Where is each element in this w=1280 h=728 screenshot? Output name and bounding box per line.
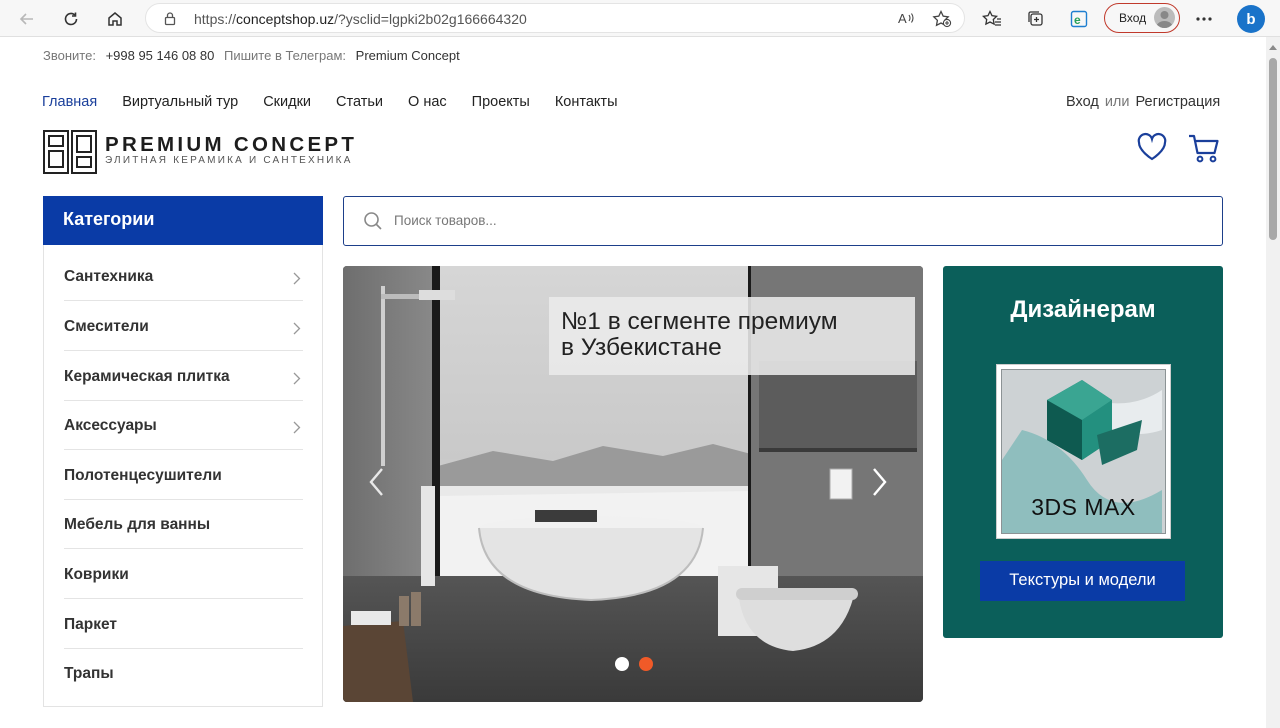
telegram-label: Пишите в Телеграм: <box>224 48 347 63</box>
collections-icon <box>1028 11 1043 26</box>
category-label: Аксессуары <box>64 417 157 434</box>
back-button[interactable] <box>14 6 40 32</box>
read-aloud-icon[interactable]: A <box>898 10 916 26</box>
category-label: Полотенцесушители <box>64 467 222 484</box>
nav-item-articles[interactable]: Статьи <box>336 94 383 110</box>
scrollbar-thumb[interactable] <box>1269 58 1277 240</box>
address-bar[interactable]: https://conceptshop.uz/?ysclid=lgpki2b02… <box>145 3 965 33</box>
edge-extension-icon: e <box>1070 10 1088 28</box>
category-label: Коврики <box>64 566 129 583</box>
svg-text:A: A <box>898 11 907 26</box>
telegram-link[interactable]: Premium Concept <box>356 48 460 63</box>
browser-toolbar: https://conceptshop.uz/?ysclid=lgpki2b02… <box>0 0 1280 37</box>
user-avatar-icon <box>1156 11 1173 28</box>
url-text: https://conceptshop.uz/?ysclid=lgpki2b02… <box>194 11 527 27</box>
category-item-mixers[interactable]: Смесители <box>64 302 303 351</box>
categories-header: Категории <box>43 196 323 245</box>
slider-dot-2[interactable] <box>639 657 653 671</box>
categories-list: Сантехника Смесители Керамическая плитка… <box>43 245 323 707</box>
nav-item-home[interactable]: Главная <box>42 94 97 110</box>
logo-mark-icon <box>43 130 97 174</box>
bing-icon: b <box>1246 10 1256 28</box>
textures-models-button[interactable]: Текстуры и модели <box>980 561 1185 601</box>
call-label: Звоните: <box>43 48 96 63</box>
favorites-star-icon <box>982 10 1001 26</box>
chevron-right-icon <box>293 322 301 335</box>
bing-copilot-button[interactable]: b <box>1237 5 1265 33</box>
category-item-towel-warmers[interactable]: Полотенцесушители <box>64 451 303 500</box>
home-button[interactable] <box>102 6 128 32</box>
cart-button[interactable] <box>1187 131 1221 170</box>
category-label: Паркет <box>64 616 117 633</box>
svg-text:e: e <box>1074 13 1081 27</box>
3dsmax-logo-image[interactable]: 3DS MAX <box>996 364 1171 539</box>
scroll-up-arrow-icon[interactable] <box>1269 45 1277 50</box>
collections-button[interactable] <box>1023 6 1049 32</box>
nav-item-projects[interactable]: Проекты <box>472 94 530 110</box>
promo-image-label: 3DS MAX <box>1031 494 1136 520</box>
settings-more-button[interactable] <box>1191 6 1217 32</box>
back-arrow-icon <box>19 13 33 25</box>
extension-button[interactable]: e <box>1066 6 1092 32</box>
shopping-cart-icon <box>1189 134 1219 163</box>
headline-line-2: в Узбекистане <box>561 334 722 361</box>
home-icon <box>108 12 122 26</box>
nav-item-virtual-tour[interactable]: Виртуальный тур <box>122 94 238 110</box>
category-item-ceramic-tiles[interactable]: Керамическая плитка <box>64 352 303 401</box>
banner-headline: №1 в сегменте премиум в Узбекистане <box>549 297 915 375</box>
avatar <box>1154 7 1175 28</box>
main-nav: Главная Виртуальный тур Скидки Статьи О … <box>42 94 643 110</box>
nav-item-about[interactable]: О нас <box>408 94 447 110</box>
hero-slider[interactable]: №1 в сегменте премиум в Узбекистане <box>343 266 923 702</box>
category-item-accessories[interactable]: Аксессуары <box>64 401 303 450</box>
chevron-right-icon <box>293 421 301 434</box>
register-link[interactable]: Регистрация <box>1135 94 1220 110</box>
phone-number[interactable]: +998 95 146 08 80 <box>106 48 215 63</box>
contact-bar: Звоните: +998 95 146 08 80 Пишите в Теле… <box>43 48 466 63</box>
lock-icon <box>164 12 176 26</box>
product-search-field[interactable]: Поиск товаров... <box>343 196 1223 246</box>
add-favorite-icon[interactable] <box>932 10 952 28</box>
slider-dot-1[interactable] <box>615 657 629 671</box>
heart-icon <box>1137 132 1167 161</box>
slider-prev-icon[interactable] <box>367 466 387 498</box>
chevron-right-icon <box>293 372 301 385</box>
category-label: Мебель для ванны <box>64 516 211 533</box>
login-link[interactable]: Вход <box>1066 94 1099 110</box>
category-label: Керамическая плитка <box>64 368 230 385</box>
nav-item-discounts[interactable]: Скидки <box>263 94 311 110</box>
signin-label: Вход <box>1119 11 1147 25</box>
category-item-rugs[interactable]: Коврики <box>64 550 303 599</box>
favorites-button[interactable] <box>979 6 1005 32</box>
logo-name: PREMIUM CONCEPT <box>105 133 358 156</box>
headline-line-1: №1 в сегменте премиум <box>561 308 838 335</box>
page-scrollbar[interactable] <box>1266 37 1280 728</box>
slider-next-icon[interactable] <box>869 466 889 498</box>
promo-title: Дизайнерам <box>1010 296 1156 323</box>
designers-promo: Дизайнерам 3DS MAX Текстуры и модели <box>943 266 1223 638</box>
search-icon <box>364 212 382 230</box>
category-label: Сантехника <box>64 268 154 285</box>
wishlist-button[interactable] <box>1136 132 1168 167</box>
category-item-drains[interactable]: Трапы <box>64 649 303 698</box>
category-item-parquet[interactable]: Паркет <box>64 600 303 649</box>
search-placeholder: Поиск товаров... <box>394 213 497 228</box>
category-label: Трапы <box>64 665 114 682</box>
auth-or-text: или <box>1104 94 1130 110</box>
refresh-icon <box>64 12 78 26</box>
category-item-bath-furniture[interactable]: Мебель для ванны <box>64 500 303 549</box>
more-dots-icon <box>1196 17 1212 21</box>
category-item-plumbing[interactable]: Сантехника <box>64 252 303 301</box>
chevron-right-icon <box>293 272 301 285</box>
nav-item-contacts[interactable]: Контакты <box>555 94 618 110</box>
logo-tagline: ЭЛИТНАЯ КЕРАМИКА И САНТЕХНИКА <box>105 155 353 166</box>
refresh-button[interactable] <box>58 6 84 32</box>
auth-links: Вход или Регистрация <box>1066 94 1220 110</box>
profile-signin-button[interactable]: Вход <box>1104 3 1180 33</box>
category-label: Смесители <box>64 318 149 335</box>
site-logo[interactable]: PREMIUM CONCEPT ЭЛИТНАЯ КЕРАМИКА И САНТЕ… <box>43 130 373 176</box>
